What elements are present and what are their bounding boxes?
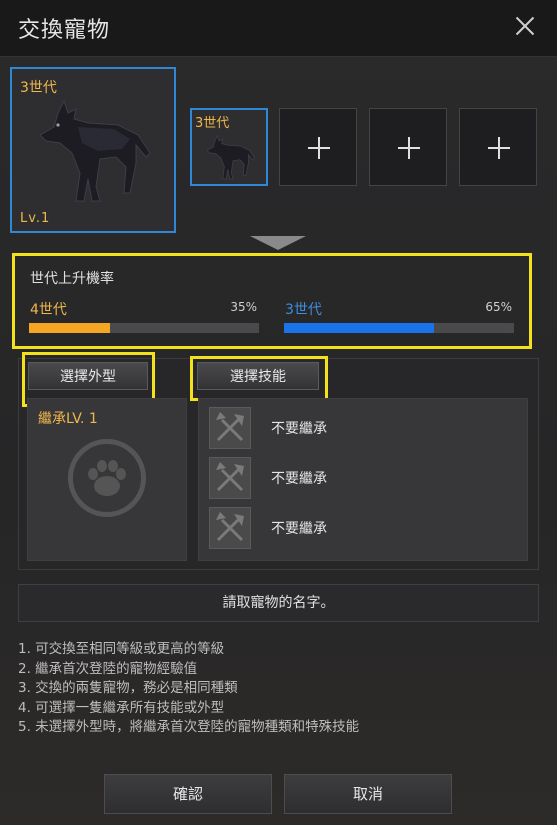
gen4-label: 4世代	[30, 302, 67, 318]
gen3-percent: 65%	[485, 300, 512, 314]
select-skill-button[interactable]: 選擇技能	[197, 362, 319, 390]
plus-icon	[488, 137, 510, 159]
gen3-bar	[284, 323, 514, 333]
gen3-bar-fill	[284, 323, 434, 333]
paw-icon	[68, 439, 146, 517]
skill-label: 不要繼承	[271, 421, 327, 437]
empty-pet-slot-3[interactable]	[459, 108, 537, 186]
note-item: 4. 可選擇一隻繼承所有技能或外型	[18, 699, 225, 716]
select-appearance-button[interactable]: 選擇外型	[28, 362, 148, 390]
gen4-bar	[29, 323, 259, 333]
skill-label: 不要繼承	[271, 521, 327, 537]
note-item: 3. 交換的兩隻寵物，務必是相同種類	[18, 680, 238, 696]
axe-skill-icon	[209, 507, 251, 549]
inherit-level-label: 繼承LV. 1	[38, 411, 98, 427]
gen4-percent: 35%	[230, 300, 257, 314]
title-bar: 交換寵物	[0, 0, 557, 57]
empty-pet-slot-1[interactable]	[279, 108, 357, 186]
main-pet-slot[interactable]: 3世代 Lv.1	[10, 67, 176, 233]
gen4-bar-fill	[29, 323, 110, 333]
close-icon[interactable]	[511, 12, 539, 40]
plus-icon	[308, 137, 330, 159]
down-arrow-icon	[250, 236, 306, 250]
wolf-thumbnail	[206, 134, 256, 180]
skill-label: 不要繼承	[271, 471, 327, 487]
note-item: 2. 繼承首次登陸的寵物經驗值	[18, 660, 198, 677]
main-pet-level: Lv.1	[20, 211, 51, 226]
cancel-button[interactable]: 取消	[284, 774, 452, 814]
skills-box: 不要繼承 不要繼承 不要繼承	[198, 398, 528, 561]
rate-title: 世代上升機率	[30, 271, 114, 287]
wolf-image	[39, 99, 151, 202]
plus-icon	[398, 137, 420, 159]
note-item: 1. 可交換至相同等級或更高的等級	[18, 641, 225, 657]
axe-skill-icon	[209, 457, 251, 499]
axe-skill-icon	[209, 407, 251, 449]
empty-pet-slot-2[interactable]	[369, 108, 447, 186]
appearance-box: 繼承LV. 1	[27, 398, 187, 561]
note-item: 5. 未選擇外型時，將繼承首次登陸的寵物種類和特殊技能	[18, 719, 360, 735]
gen3-label: 3世代	[285, 302, 322, 318]
exchange-pet-window: 交換寵物 3世代 Lv.1 3世代 世代上升機率 4世代 35% 3世代 65%…	[0, 0, 557, 825]
pet-name-input[interactable]: 請取寵物的名字。	[18, 584, 539, 622]
window-title: 交換寵物	[18, 18, 111, 43]
secondary-pet-slot[interactable]: 3世代	[190, 108, 268, 186]
notes-list: 1. 可交換至相同等級或更高的等級 2. 繼承首次登陸的寵物經驗值 3. 交換的…	[18, 640, 359, 738]
confirm-button[interactable]: 確認	[104, 774, 272, 814]
generation-rate-panel: 世代上升機率 4世代 35% 3世代 65%	[12, 253, 532, 349]
